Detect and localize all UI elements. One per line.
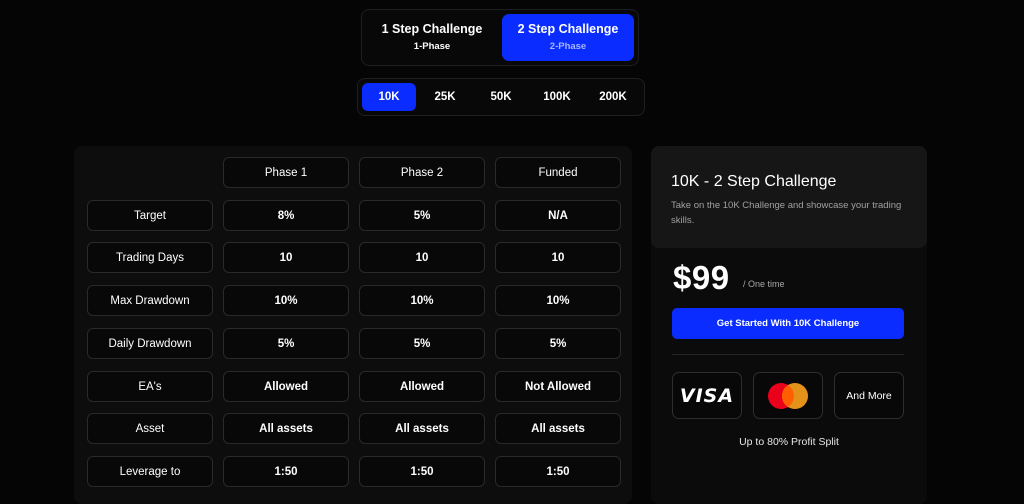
one-step-sublabel: 1-Phase [413, 41, 451, 52]
challenge-type-toggle: 1 Step Challenge 1-Phase 2 Step Challeng… [361, 9, 639, 66]
more-payment-methods-card: And More [834, 372, 904, 419]
size-10k-button[interactable]: 10K [362, 83, 416, 111]
eas-phase-1-value: Allowed [223, 371, 349, 402]
size-200k-button[interactable]: 200K [586, 83, 640, 111]
account-size-toggle: 10K 25K 50K 100K 200K [357, 78, 645, 116]
leverage-funded-value: 1:50 [495, 456, 621, 487]
column-header-funded: Funded [495, 157, 621, 188]
eas-phase-2-value: Allowed [359, 371, 485, 402]
column-header-phase-2: Phase 2 [359, 157, 485, 188]
max-drawdown-funded-value: 10% [495, 285, 621, 316]
trading-days-phase-1-value: 10 [223, 242, 349, 273]
row-label-target: Target [87, 200, 213, 231]
price-note: / One time [743, 279, 785, 289]
max-drawdown-phase-1-value: 10% [223, 285, 349, 316]
row-label-eas: EA's [87, 371, 213, 402]
one-step-label: 1 Step Challenge [381, 22, 483, 36]
get-started-button[interactable]: Get Started With 10K Challenge [672, 308, 904, 339]
daily-drawdown-funded-value: 5% [495, 328, 621, 359]
two-step-sublabel: 2-Phase [549, 41, 587, 52]
asset-phase-2-value: All assets [359, 413, 485, 444]
mastercard-logo-icon [768, 382, 808, 409]
leverage-phase-2-value: 1:50 [359, 456, 485, 487]
size-50k-button[interactable]: 50K [474, 83, 528, 111]
row-label-max-drawdown: Max Drawdown [87, 285, 213, 316]
target-funded-value: N/A [495, 200, 621, 231]
summary-description: Take on the 10K Challenge and showcase y… [671, 200, 902, 226]
profit-split-text: Up to 80% Profit Split [739, 436, 839, 448]
visa-card: VISA [672, 372, 742, 419]
two-step-label: 2 Step Challenge [517, 22, 619, 36]
target-phase-1-value: 8% [223, 200, 349, 231]
trading-days-funded-value: 10 [495, 242, 621, 273]
asset-phase-1-value: All assets [223, 413, 349, 444]
max-drawdown-phase-2-value: 10% [359, 285, 485, 316]
size-100k-button[interactable]: 100K [530, 83, 584, 111]
eas-funded-value: Not Allowed [495, 371, 621, 402]
challenge-summary-panel: 10K - 2 Step Challenge Take on the 10K C… [651, 146, 927, 504]
summary-title: 10K - 2 Step Challenge [671, 173, 837, 190]
size-25k-button[interactable]: 25K [418, 83, 472, 111]
row-label-asset: Asset [87, 413, 213, 444]
leverage-phase-1-value: 1:50 [223, 456, 349, 487]
trading-days-phase-2-value: 10 [359, 242, 485, 273]
row-label-daily-drawdown: Daily Drawdown [87, 328, 213, 359]
row-label-leverage: Leverage to [87, 456, 213, 487]
asset-funded-value: All assets [495, 413, 621, 444]
rules-table: Phase 1 Phase 2 Funded Target 8% 5% N/A … [74, 146, 632, 504]
daily-drawdown-phase-2-value: 5% [359, 328, 485, 359]
mastercard-card [753, 372, 823, 419]
daily-drawdown-phase-1-value: 5% [223, 328, 349, 359]
column-header-phase-1: Phase 1 [223, 157, 349, 188]
one-step-challenge-button[interactable]: 1 Step Challenge 1-Phase [366, 14, 498, 61]
price: $99 [673, 259, 730, 296]
row-label-trading-days: Trading Days [87, 242, 213, 273]
two-step-challenge-button[interactable]: 2 Step Challenge 2-Phase [502, 14, 634, 61]
divider [672, 354, 904, 355]
summary-header: 10K - 2 Step Challenge Take on the 10K C… [651, 146, 927, 248]
target-phase-2-value: 5% [359, 200, 485, 231]
visa-logo-icon: VISA [679, 384, 735, 407]
more-payment-methods-label: And More [846, 389, 892, 402]
